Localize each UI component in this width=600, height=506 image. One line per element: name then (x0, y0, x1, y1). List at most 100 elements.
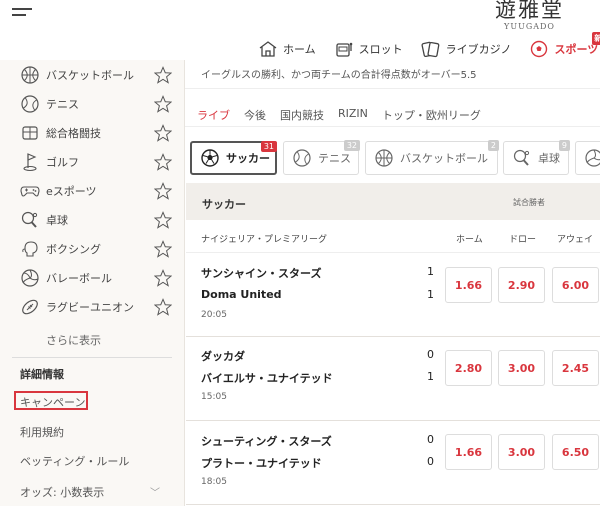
nav-live-casino[interactable]: ライブカジノ (421, 40, 511, 58)
volleyball-icon (585, 149, 600, 167)
home-score: 1 (427, 265, 434, 278)
sub-tabs: ライブ 今後 国内競技 RIZIN トップ・欧州リーグ (197, 107, 495, 123)
martial-arts-icon (22, 125, 38, 140)
tab-live[interactable]: ライブ (197, 107, 230, 123)
odds-format-select[interactable]: オッズ: 小数表示 ﹀ (20, 484, 160, 500)
sidebar-item-mma[interactable]: 総合格闘技 (20, 118, 172, 147)
star-icon[interactable] (154, 152, 172, 171)
away-team: プラトー・ユナイテッド (201, 457, 322, 470)
logo[interactable]: 遊雅堂 YUUGADO (495, 0, 564, 31)
chip-tennis[interactable]: テニス 32 (283, 140, 360, 175)
nav-home[interactable]: ホーム (258, 40, 316, 58)
menu-icon[interactable] (12, 8, 32, 20)
campaign-link[interactable]: キャンペーン (20, 394, 85, 410)
star-icon[interactable] (154, 123, 172, 142)
top-nav: ホーム スロット ライブカジノ スポーツ 新 (258, 32, 600, 60)
col-away: アウェイ (557, 235, 594, 245)
sidebar-item-label: 卓球 (46, 213, 68, 227)
chip-label: テニス (318, 152, 351, 165)
sidebar-item-basketball[interactable]: バスケットボール (20, 60, 172, 89)
table-tennis-icon (513, 149, 530, 166)
home-score: 0 (427, 433, 434, 446)
odds-draw-button[interactable]: 3.00 (498, 434, 545, 470)
league-row[interactable]: ナイジェリア・プレミアリーグ ホーム ドロー アウェイ (186, 220, 600, 253)
chip-table-tennis[interactable]: 卓球 9 (503, 140, 570, 175)
sidebar-item-label: ラグビーユニオン (46, 300, 134, 314)
chip-soccer[interactable]: サッカー 31 (190, 141, 277, 175)
market-label: 試合勝者 (513, 198, 545, 207)
chip-basketball[interactable]: バスケットボール 2 (365, 140, 499, 175)
star-icon[interactable] (154, 181, 172, 200)
home-team: ダッカダ (201, 350, 245, 363)
tab-domestic[interactable]: 国内競技 (280, 107, 324, 123)
sidebar-item-esports[interactable]: eスポーツ (20, 176, 172, 205)
chevron-down-icon: ﹀ (150, 488, 160, 499)
tennis-ball-icon (21, 94, 39, 113)
league-name: ナイジェリア・プレミアリーグ (201, 235, 328, 245)
odds-draw-button[interactable]: 3.00 (498, 350, 545, 386)
betting-rules-link[interactable]: ベッティング・ルール (20, 453, 129, 469)
odds-away-button[interactable]: 6.50 (552, 434, 599, 470)
new-badge: 新 (592, 32, 600, 45)
soccer-ball-icon (201, 149, 219, 167)
rugby-ball-icon (22, 299, 38, 314)
away-team: Doma United (201, 288, 282, 301)
chip-count-badge: 9 (558, 140, 570, 151)
nav-slots-label: スロット (358, 43, 403, 56)
odds-home-button[interactable]: 2.80 (445, 350, 492, 386)
show-more-link[interactable]: さらに表示 (46, 332, 101, 348)
sidebar-item-boxing[interactable]: ボクシング (20, 234, 172, 263)
gamepad-icon (20, 185, 40, 197)
chip-count-badge: 32 (343, 140, 360, 151)
sidebar-item-volleyball[interactable]: バレーボール (20, 263, 172, 292)
col-draw: ドロー (509, 235, 537, 245)
nav-sports[interactable]: スポーツ 新 (529, 32, 600, 58)
star-icon[interactable] (154, 268, 172, 287)
odds-draw-button[interactable]: 2.90 (498, 267, 545, 303)
star-icon[interactable] (154, 210, 172, 229)
home-icon (259, 41, 277, 57)
soccer-ball-icon (531, 40, 548, 58)
terms-link[interactable]: 利用規約 (20, 424, 64, 440)
col-home: ホーム (456, 235, 483, 245)
volleyball-icon (21, 268, 39, 287)
promo-text[interactable]: イーグルスの勝利、かつ両チームの合計得点数がオーバー5.5 (201, 66, 477, 81)
star-icon[interactable] (154, 94, 172, 113)
sidebar-item-rugby[interactable]: ラグビーユニオン (20, 292, 172, 321)
sidebar-item-label: 総合格闘技 (46, 126, 101, 140)
star-icon[interactable] (154, 297, 172, 316)
tab-rizin[interactable]: RIZIN (338, 107, 368, 123)
sidebar-item-label: eスポーツ (46, 184, 97, 198)
match-time: 15:05 (201, 392, 227, 402)
star-icon[interactable] (154, 239, 172, 258)
chip-count-badge: 31 (260, 141, 277, 152)
nav-slots[interactable]: スロット (334, 40, 403, 58)
sidebar-item-tennis[interactable]: テニス (20, 89, 172, 118)
sidebar-separator (12, 357, 172, 358)
odds-home-button[interactable]: 1.66 (445, 267, 492, 303)
basketball-icon (21, 65, 39, 84)
boxing-glove-icon (22, 240, 38, 257)
match-row[interactable]: シューティング・スターズ プラトー・ユナイテッド 0 0 18:05 1.66 … (186, 421, 600, 505)
sidebar-item-label: バスケットボール (46, 68, 134, 82)
odds-away-button[interactable]: 6.00 (552, 267, 599, 303)
subtab-divider (185, 126, 600, 127)
sidebar-item-table-tennis[interactable]: 卓球 (20, 205, 172, 234)
sidebar-item-label: バレーボール (46, 271, 112, 285)
sport-chips: サッカー 31 テニス 32 バスケットボール 2 卓球 9 (190, 140, 600, 175)
odds-home-button[interactable]: 1.66 (445, 434, 492, 470)
star-icon[interactable] (154, 65, 172, 84)
odds-format-label: オッズ: 小数表示 (20, 486, 105, 499)
match-row[interactable]: ダッカダ バイエルサ・ユナイテッド 0 1 15:05 2.80 3.00 2.… (186, 337, 600, 421)
golf-icon (23, 152, 37, 171)
sidebar-item-golf[interactable]: ゴルフ (20, 147, 172, 176)
logo-roman: YUUGADO (504, 22, 555, 31)
away-score: 1 (427, 370, 434, 383)
away-score: 1 (427, 288, 434, 301)
tab-upcoming[interactable]: 今後 (244, 107, 266, 123)
odds-away-button[interactable]: 2.45 (552, 350, 599, 386)
away-team: バイエルサ・ユナイテッド (201, 372, 333, 385)
match-row[interactable]: サンシャイン・スターズ Doma United 1 1 20:05 1.66 2… (186, 253, 600, 337)
chip-volleyball[interactable] (575, 141, 600, 175)
tab-top-european[interactable]: トップ・欧州リーグ (382, 107, 481, 123)
